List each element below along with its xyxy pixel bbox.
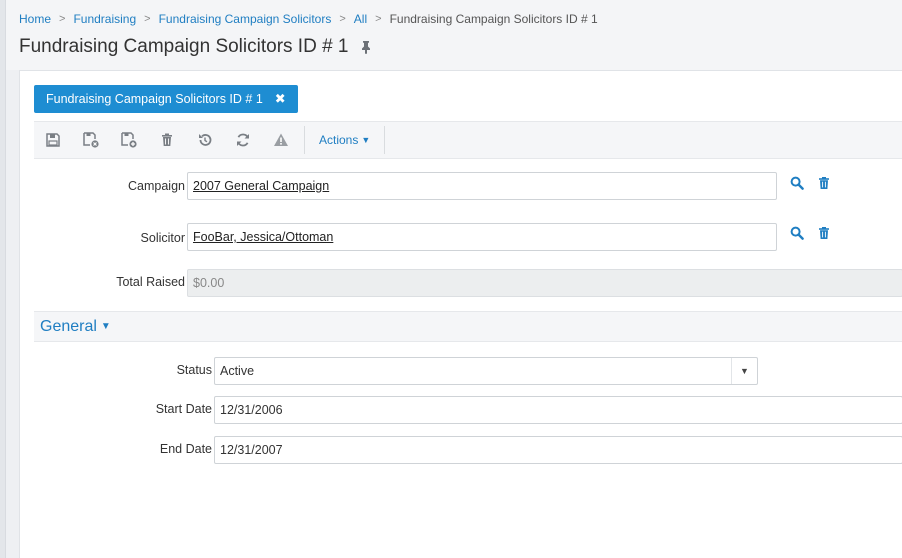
pin-icon[interactable] (359, 40, 373, 54)
record-tab-label: Fundraising Campaign Solicitors ID # 1 (46, 92, 263, 106)
end-date-value: 12/31/2007 (220, 443, 283, 457)
record-tab[interactable]: Fundraising Campaign Solicitors ID # 1 ✖ (34, 85, 298, 113)
campaign-link[interactable]: 2007 General Campaign (193, 179, 329, 193)
campaign-lookup-actions (790, 176, 844, 190)
trash-icon[interactable] (817, 226, 831, 240)
actions-dropdown-button[interactable]: Actions ▼ (309, 122, 380, 158)
left-rail (0, 0, 6, 558)
refresh-button[interactable] (224, 122, 262, 158)
toolbar-divider (304, 126, 305, 154)
status-label: Status (176, 363, 212, 377)
status-value: Active (220, 364, 255, 378)
end-date-input[interactable]: 12/31/2007 (214, 436, 902, 464)
save-icon (46, 133, 60, 147)
toolbar: Actions ▼ (34, 121, 902, 159)
close-icon[interactable]: ✖ (275, 91, 286, 107)
actions-label: Actions (319, 133, 359, 147)
page-title: Fundraising Campaign Solicitors ID # 1 (19, 36, 349, 57)
breadcrumb: Home > Fundraising > Fundraising Campaig… (19, 12, 598, 26)
undo-button[interactable] (186, 122, 224, 158)
caret-down-icon: ▼ (361, 135, 371, 145)
start-date-label: Start Date (155, 402, 212, 416)
caret-down-icon: ▼ (100, 321, 111, 332)
chevron-down-icon[interactable]: ▼ (731, 358, 757, 384)
start-date-input[interactable]: 12/31/2006 (214, 396, 902, 424)
warning-icon (274, 133, 288, 146)
end-date-label: End Date (159, 442, 212, 456)
trash-icon[interactable] (817, 176, 831, 190)
toolbar-divider (384, 126, 386, 154)
solicitor-label: Solicitor (140, 231, 185, 245)
save-button[interactable] (34, 122, 72, 158)
chevron-right-icon: > (339, 13, 346, 25)
chevron-right-icon: > (59, 13, 66, 25)
warning-button[interactable] (262, 122, 300, 158)
save-close-button[interactable] (72, 122, 110, 158)
total-raised-value: $0.00 (193, 276, 225, 290)
refresh-icon (237, 133, 249, 147)
chevron-right-icon: > (375, 13, 382, 25)
chevron-right-icon: > (144, 13, 151, 25)
record-card: Fundraising Campaign Solicitors ID # 1 ✖… (19, 70, 902, 558)
total-raised-field: $0.00 (187, 269, 902, 297)
campaign-label: Campaign (128, 179, 185, 193)
breadcrumb-fundraising[interactable]: Fundraising (73, 12, 136, 26)
delete-icon (162, 133, 172, 146)
section-general-title: General (40, 317, 97, 335)
start-date-value: 12/31/2006 (220, 403, 283, 417)
status-select[interactable]: Active ▼ (214, 357, 758, 385)
delete-button[interactable] (148, 122, 186, 158)
breadcrumb-home[interactable]: Home (19, 12, 51, 26)
save-close-icon (83, 132, 99, 148)
save-new-button[interactable] (110, 122, 148, 158)
search-icon[interactable] (790, 176, 804, 190)
total-raised-label: Total Raised (116, 275, 185, 289)
breadcrumb-current: Fundraising Campaign Solicitors ID # 1 (389, 12, 598, 26)
breadcrumb-campaign-solicitors[interactable]: Fundraising Campaign Solicitors (159, 12, 332, 26)
campaign-input[interactable]: 2007 General Campaign (187, 172, 777, 200)
page-header: Home > Fundraising > Fundraising Campaig… (6, 0, 902, 70)
solicitor-input[interactable]: FooBar, Jessica/Ottoman (187, 223, 777, 251)
save-new-icon (121, 132, 137, 148)
page-title-row: Fundraising Campaign Solicitors ID # 1 (19, 36, 373, 58)
undo-icon (199, 134, 212, 146)
solicitor-lookup-actions (790, 226, 844, 240)
search-icon[interactable] (790, 226, 804, 240)
section-general-header[interactable]: General ▼ (34, 311, 902, 342)
breadcrumb-all[interactable]: All (354, 12, 367, 26)
solicitor-link[interactable]: FooBar, Jessica/Ottoman (193, 230, 333, 244)
